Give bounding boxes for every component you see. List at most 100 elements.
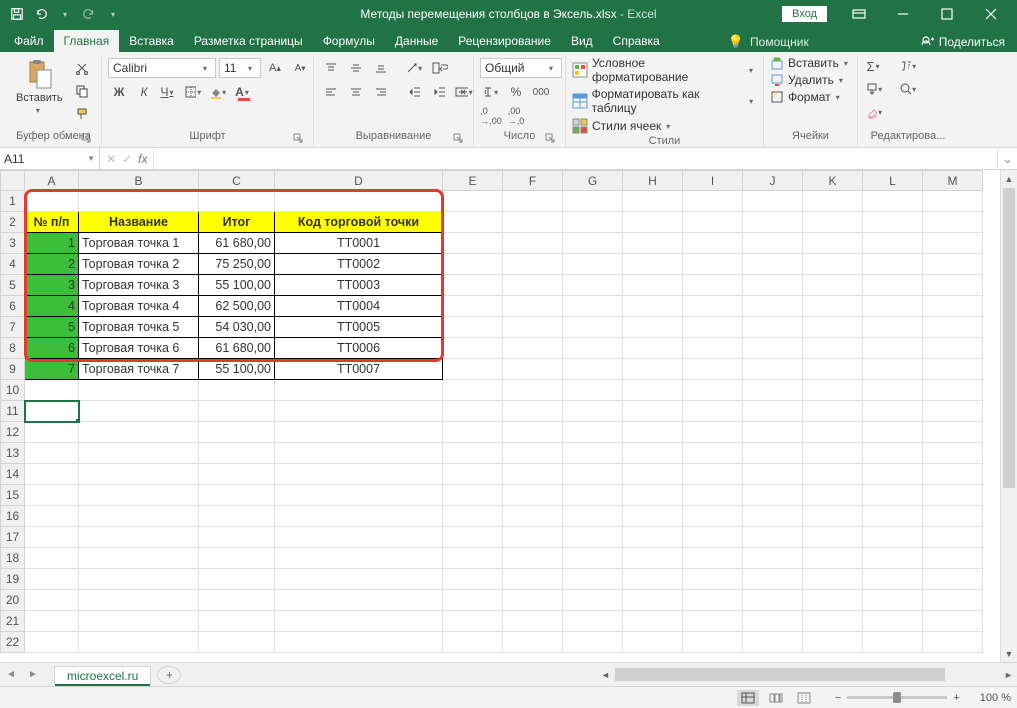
row-header[interactable]: 7	[1, 317, 25, 338]
cell[interactable]	[683, 338, 743, 359]
cell[interactable]	[503, 590, 563, 611]
cell[interactable]: ТТ0005	[275, 317, 443, 338]
cell[interactable]	[25, 422, 79, 443]
row-header[interactable]: 17	[1, 527, 25, 548]
cell[interactable]	[803, 569, 863, 590]
cell[interactable]	[563, 380, 623, 401]
cell[interactable]	[623, 590, 683, 611]
cell[interactable]	[923, 506, 983, 527]
row-header[interactable]: 12	[1, 422, 25, 443]
cell[interactable]	[503, 569, 563, 590]
name-box[interactable]: A11▼	[0, 148, 100, 169]
cell[interactable]: 61 680,00	[199, 338, 275, 359]
cell[interactable]	[683, 317, 743, 338]
cell[interactable]: 62 500,00	[199, 296, 275, 317]
cell[interactable]	[79, 506, 199, 527]
row-header[interactable]: 13	[1, 443, 25, 464]
cell[interactable]	[503, 233, 563, 254]
cell[interactable]	[923, 401, 983, 422]
cell[interactable]	[743, 548, 803, 569]
cell[interactable]	[683, 485, 743, 506]
cell[interactable]	[863, 401, 923, 422]
cell[interactable]: ТТ0007	[275, 359, 443, 380]
cell[interactable]	[743, 422, 803, 443]
cell[interactable]: Торговая точка 4	[79, 296, 199, 317]
cell[interactable]	[923, 422, 983, 443]
cell[interactable]	[743, 317, 803, 338]
cell[interactable]	[803, 254, 863, 275]
cell[interactable]	[25, 380, 79, 401]
cell[interactable]	[683, 443, 743, 464]
cell[interactable]	[275, 443, 443, 464]
cell[interactable]	[275, 569, 443, 590]
cell[interactable]	[503, 338, 563, 359]
cell[interactable]	[503, 275, 563, 296]
cell[interactable]	[25, 548, 79, 569]
sign-in-button[interactable]: Вход	[782, 6, 827, 22]
cell[interactable]	[683, 569, 743, 590]
cell[interactable]	[79, 443, 199, 464]
zoom-out-button[interactable]: −	[835, 692, 841, 704]
cell[interactable]: 75 250,00	[199, 254, 275, 275]
cell[interactable]	[79, 464, 199, 485]
cell[interactable]	[199, 527, 275, 548]
cell[interactable]	[79, 569, 199, 590]
ribbon-display-icon[interactable]	[837, 0, 881, 28]
col-header[interactable]: F	[503, 171, 563, 191]
insert-cells-button[interactable]: Вставить▾	[770, 56, 852, 70]
cell[interactable]	[443, 485, 503, 506]
cell[interactable]	[743, 338, 803, 359]
cell[interactable]	[275, 464, 443, 485]
cell[interactable]: 2	[25, 254, 79, 275]
cell[interactable]	[563, 233, 623, 254]
page-layout-view-icon[interactable]	[765, 690, 787, 706]
tab-data[interactable]: Данные	[385, 30, 448, 52]
cell[interactable]	[623, 464, 683, 485]
align-middle-icon[interactable]	[345, 58, 367, 78]
cell[interactable]	[503, 317, 563, 338]
cell[interactable]: 61 680,00	[199, 233, 275, 254]
cell[interactable]	[743, 275, 803, 296]
row-header[interactable]: 11	[1, 401, 25, 422]
cell[interactable]	[623, 296, 683, 317]
cell[interactable]	[623, 317, 683, 338]
cell[interactable]	[923, 296, 983, 317]
cell[interactable]	[503, 485, 563, 506]
cell[interactable]	[443, 443, 503, 464]
minimize-icon[interactable]	[881, 0, 925, 28]
cell[interactable]	[683, 191, 743, 212]
cell[interactable]	[743, 254, 803, 275]
cell[interactable]	[443, 233, 503, 254]
cell[interactable]	[563, 569, 623, 590]
cell[interactable]	[199, 590, 275, 611]
cell[interactable]	[443, 506, 503, 527]
cell[interactable]	[863, 317, 923, 338]
cell[interactable]	[623, 506, 683, 527]
cell[interactable]	[623, 233, 683, 254]
cell[interactable]	[275, 548, 443, 569]
vertical-scrollbar[interactable]: ▲ ▼	[1000, 170, 1017, 662]
cell[interactable]	[503, 548, 563, 569]
col-header[interactable]: G	[563, 171, 623, 191]
cell[interactable]: 3	[25, 275, 79, 296]
cell[interactable]	[443, 632, 503, 653]
cell[interactable]	[275, 506, 443, 527]
copy-icon[interactable]	[71, 81, 93, 101]
cell[interactable]: 5	[25, 317, 79, 338]
cell[interactable]	[803, 464, 863, 485]
cell[interactable]	[923, 590, 983, 611]
bold-icon[interactable]: Ж	[108, 82, 130, 102]
cell[interactable]	[743, 296, 803, 317]
select-all-cell[interactable]	[1, 171, 25, 191]
maximize-icon[interactable]	[925, 0, 969, 28]
hscroll-thumb[interactable]	[615, 668, 945, 681]
enter-formula-icon[interactable]: ✓	[122, 152, 132, 166]
col-header[interactable]: J	[743, 171, 803, 191]
cell[interactable]	[623, 254, 683, 275]
cell[interactable]	[623, 275, 683, 296]
cell[interactable]	[923, 191, 983, 212]
cell[interactable]	[923, 527, 983, 548]
cell[interactable]	[863, 380, 923, 401]
tab-page-layout[interactable]: Разметка страницы	[184, 30, 313, 52]
cell[interactable]	[743, 443, 803, 464]
